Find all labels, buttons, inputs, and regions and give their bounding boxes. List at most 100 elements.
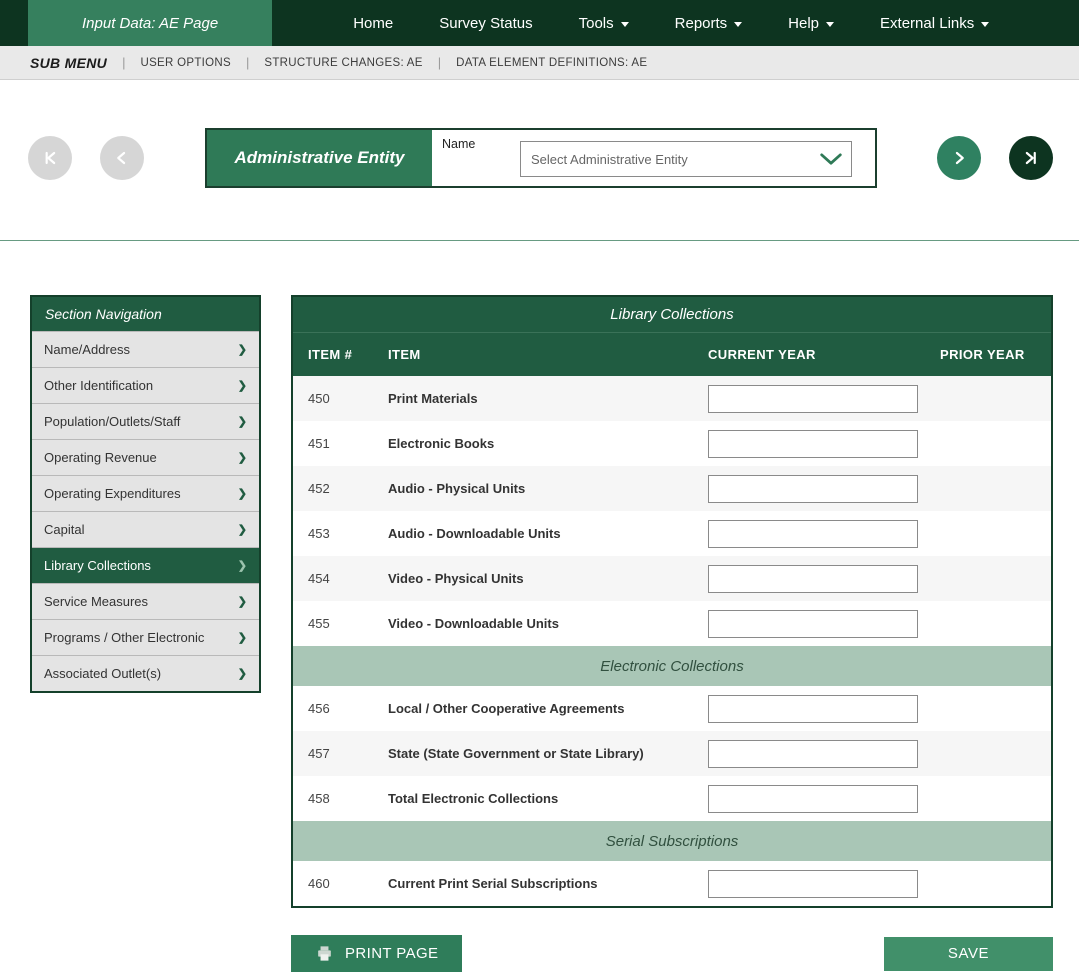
- sidebar-item-label: Programs / Other Electronic: [44, 630, 204, 645]
- submenu-link-data-element-definitions-ae[interactable]: DATA ELEMENT DEFINITIONS: AE: [456, 57, 647, 69]
- item-label: Audio - Physical Units: [388, 481, 708, 496]
- table-row-460: 460Current Print Serial Subscriptions: [293, 861, 1051, 906]
- chevron-right-icon: [949, 148, 969, 168]
- current-year-input-451[interactable]: [708, 430, 918, 458]
- nav-item-home[interactable]: Home: [330, 0, 416, 46]
- nav-item-label: Home: [353, 15, 393, 32]
- skip-first-icon: [40, 148, 60, 168]
- dropdown-caret-icon: [981, 22, 989, 27]
- save-button[interactable]: SAVE: [884, 937, 1053, 971]
- sidebar-item-label: Operating Expenditures: [44, 486, 181, 501]
- item-number: 453: [308, 526, 388, 541]
- chevron-right-icon: ❯: [238, 523, 247, 536]
- table-row-455: 455Video - Downloadable Units: [293, 601, 1051, 646]
- administrative-entity-select[interactable]: Select Administrative Entity: [520, 141, 852, 177]
- submenu-link-user-options[interactable]: USER OPTIONS: [140, 57, 231, 69]
- table-row-453: 453Audio - Downloadable Units: [293, 511, 1051, 556]
- current-year-input-457[interactable]: [708, 740, 918, 768]
- select-value: Select Administrative Entity: [531, 152, 688, 167]
- table-column-header: ITEM # ITEM CURRENT YEAR PRIOR YEAR: [293, 332, 1051, 376]
- sidebar-item-operating-revenue[interactable]: Operating Revenue❯: [32, 439, 259, 475]
- sidebar-item-capital[interactable]: Capital ❯: [32, 511, 259, 547]
- current-year-input-460[interactable]: [708, 870, 918, 898]
- item-number: 458: [308, 791, 388, 806]
- table-title: Library Collections: [293, 297, 1051, 332]
- last-record-button[interactable]: [1009, 136, 1053, 180]
- table-row-454: 454Video - Physical Units: [293, 556, 1051, 601]
- table-body: 450Print Materials451Electronic Books452…: [293, 376, 1051, 906]
- current-year-cell: [708, 430, 940, 458]
- item-label: State (State Government or State Library…: [388, 746, 708, 761]
- sidebar-item-programs-other-electronic[interactable]: Programs / Other Electronic❯: [32, 619, 259, 655]
- next-record-button[interactable]: [937, 136, 981, 180]
- current-year-input-458[interactable]: [708, 785, 918, 813]
- nav-item-external-links[interactable]: External Links: [857, 0, 1012, 46]
- chevron-right-icon: ❯: [238, 667, 247, 680]
- current-year-input-453[interactable]: [708, 520, 918, 548]
- chevron-right-icon: ❯: [238, 415, 247, 428]
- nav-item-survey-status[interactable]: Survey Status: [416, 0, 555, 46]
- nav-item-label: Tools: [579, 15, 614, 32]
- sidebar-item-label: Capital: [44, 522, 84, 537]
- print-page-button[interactable]: PRINT PAGE: [291, 935, 462, 972]
- sidebar-item-population-outlets-staff[interactable]: Population/Outlets/Staff❯: [32, 403, 259, 439]
- sidebar-item-label: Name/Address: [44, 342, 130, 357]
- item-label: Video - Physical Units: [388, 571, 708, 586]
- item-label: Total Electronic Collections: [388, 791, 708, 806]
- separator: |: [438, 55, 441, 70]
- current-year-input-455[interactable]: [708, 610, 918, 638]
- item-label: Audio - Downloadable Units: [388, 526, 708, 541]
- nav-item-label: Help: [788, 15, 819, 32]
- sidebar-item-library-collections[interactable]: Library Collections❯: [32, 547, 259, 583]
- sidebar-item-service-measures[interactable]: Service Measures❯: [32, 583, 259, 619]
- nav-item-reports[interactable]: Reports: [652, 0, 766, 46]
- nav-item-label: External Links: [880, 15, 974, 32]
- previous-record-button[interactable]: [100, 136, 144, 180]
- record-navigator: Administrative Entity Name Select Admini…: [0, 80, 1079, 241]
- nav-item-label: Reports: [675, 15, 728, 32]
- col-item-number: ITEM #: [308, 347, 388, 362]
- main-nav: Home Survey Status Tools Reports Help Externa…: [330, 0, 1012, 46]
- sidebar-item-associated-outlet-s[interactable]: Associated Outlet(s) ❯: [32, 655, 259, 691]
- item-number: 460: [308, 876, 388, 891]
- current-year-input-452[interactable]: [708, 475, 918, 503]
- item-label: Electronic Books: [388, 436, 708, 451]
- current-year-cell: [708, 695, 940, 723]
- separator: |: [122, 55, 125, 70]
- col-current-year: CURRENT YEAR: [708, 347, 940, 362]
- sidebar-item-name-address[interactable]: Name/Address ❯: [32, 331, 259, 367]
- sidebar-item-label: Associated Outlet(s): [44, 666, 161, 681]
- table-row-458: 458Total Electronic Collections: [293, 776, 1051, 821]
- nav-item-help[interactable]: Help: [765, 0, 857, 46]
- name-label: Name: [442, 137, 475, 151]
- sidebar-item-operating-expenditures[interactable]: Operating Expenditures ❯: [32, 475, 259, 511]
- sidebar-item-other-identification[interactable]: Other Identification❯: [32, 367, 259, 403]
- print-page-label: PRINT PAGE: [345, 945, 438, 962]
- current-year-cell: [708, 385, 940, 413]
- current-year-cell: [708, 610, 940, 638]
- chevron-right-icon: ❯: [238, 487, 247, 500]
- submenu-link-structure-changes-ae[interactable]: STRUCTURE CHANGES: AE: [264, 57, 422, 69]
- current-year-cell: [708, 740, 940, 768]
- current-year-cell: [708, 520, 940, 548]
- current-year-input-454[interactable]: [708, 565, 918, 593]
- sidebar-item-label: Operating Revenue: [44, 450, 157, 465]
- chevron-right-icon: ❯: [238, 343, 247, 356]
- nav-item-tools[interactable]: Tools: [556, 0, 652, 46]
- sub-menu-bar: SUB MENU |USER OPTIONS|STRUCTURE CHANGES…: [0, 46, 1079, 80]
- current-year-cell: [708, 475, 940, 503]
- current-year-cell: [708, 870, 940, 898]
- table-row-451: 451Electronic Books: [293, 421, 1051, 466]
- panel-body: Name Select Administrative Entity: [432, 130, 875, 186]
- separator: |: [246, 55, 249, 70]
- first-record-button[interactable]: [28, 136, 72, 180]
- item-label: Video - Downloadable Units: [388, 616, 708, 631]
- section-navigation: Section Navigation Name/Address❯Other Id…: [30, 295, 261, 693]
- current-year-input-450[interactable]: [708, 385, 918, 413]
- item-number: 457: [308, 746, 388, 761]
- tab-input-data-ae-page[interactable]: Input Data: AE Page: [28, 0, 272, 46]
- col-prior-year: PRIOR YEAR: [940, 347, 1051, 362]
- item-label: Current Print Serial Subscriptions: [388, 876, 708, 891]
- current-year-input-456[interactable]: [708, 695, 918, 723]
- item-number: 454: [308, 571, 388, 586]
